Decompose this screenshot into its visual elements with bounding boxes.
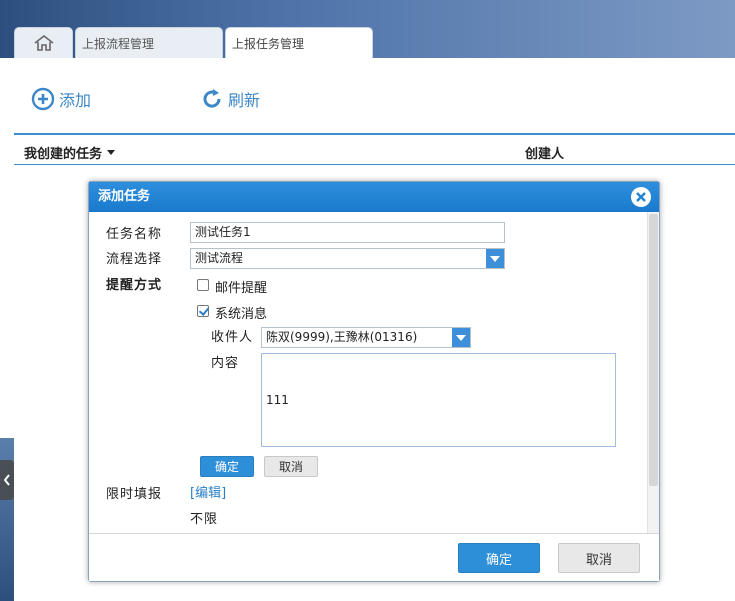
recipient-dropdown-button[interactable]: [452, 328, 470, 347]
email-reminder-label: 邮件提醒: [215, 281, 268, 296]
flow-select[interactable]: 测试流程: [190, 248, 505, 269]
recipient-select[interactable]: 陈双(9999),王豫林(01316): [261, 327, 471, 348]
collapse-handle[interactable]: [0, 460, 14, 500]
tab-report-flow-manage[interactable]: 上报流程管理: [75, 27, 223, 58]
add-button[interactable]: 添加: [31, 87, 91, 111]
add-label: 添加: [59, 91, 92, 110]
dialog-title: 添加任务: [98, 189, 151, 204]
time-limit-value: 不限: [190, 512, 219, 527]
email-reminder-checkbox[interactable]: [197, 279, 209, 291]
reminder-label: 提醒方式: [106, 278, 163, 293]
close-icon: [636, 192, 646, 202]
dialog-footer: 确定 取消: [89, 533, 659, 581]
home-icon: [34, 34, 53, 51]
inner-cancel-button[interactable]: 取消: [264, 456, 318, 477]
refresh-label: 刷新: [228, 91, 261, 110]
refresh-icon: [203, 89, 221, 108]
tab-bar: 上报流程管理 上报任务管理: [14, 27, 375, 58]
content-label: 内容: [211, 356, 240, 371]
dialog-body: 任务名称 测试任务1 流程选择 测试流程 提醒方式 邮件提醒 系统消息 收件人 …: [89, 212, 659, 533]
chevron-down-icon: [490, 255, 500, 262]
task-name-label: 任务名称: [106, 227, 163, 242]
inner-confirm-button[interactable]: 确定: [200, 456, 254, 477]
system-message-label: 系统消息: [215, 307, 268, 322]
tab-home[interactable]: [14, 27, 73, 58]
chevron-down-icon: [456, 334, 466, 341]
tab-label: 上报流程管理: [82, 36, 155, 51]
dialog-title-bar: 添加任务: [89, 182, 659, 212]
edit-time-limit-link[interactable]: [编辑]: [190, 482, 226, 501]
column-header-label: 我创建的任务: [24, 147, 103, 162]
add-circle-icon: [31, 87, 55, 111]
column-header-my-tasks[interactable]: 我创建的任务: [24, 143, 116, 162]
tab-label: 上报任务管理: [232, 36, 305, 51]
flow-select-label: 流程选择: [106, 252, 163, 267]
recipient-value: 陈双(9999),王豫林(01316): [266, 330, 418, 344]
recipient-label: 收件人: [211, 330, 254, 345]
dialog-scrollbar-thumb[interactable]: [649, 214, 658, 486]
close-button[interactable]: [631, 187, 651, 207]
content-value: 111: [266, 393, 289, 407]
task-name-input[interactable]: 测试任务1: [190, 222, 505, 243]
table-header: 我创建的任务 创建人: [14, 133, 735, 165]
confirm-button[interactable]: 确定: [458, 543, 540, 573]
system-message-checkbox[interactable]: [197, 305, 209, 317]
content-textarea[interactable]: 111: [261, 353, 616, 447]
time-limit-label: 限时填报: [106, 487, 163, 502]
flow-dropdown-button[interactable]: [486, 249, 504, 268]
chevron-left-icon: [3, 474, 10, 486]
refresh-button[interactable]: 刷新: [200, 87, 260, 111]
add-task-dialog: 添加任务 任务名称 测试任务1 流程选择 测试流程 提醒方式 邮件提醒 系统消息…: [88, 181, 660, 582]
cancel-button[interactable]: 取消: [558, 543, 640, 573]
tab-report-task-manage[interactable]: 上报任务管理: [225, 27, 373, 58]
flow-select-value: 测试流程: [195, 251, 244, 265]
column-header-creator: 创建人: [525, 147, 565, 162]
caret-down-icon: [107, 150, 116, 155]
